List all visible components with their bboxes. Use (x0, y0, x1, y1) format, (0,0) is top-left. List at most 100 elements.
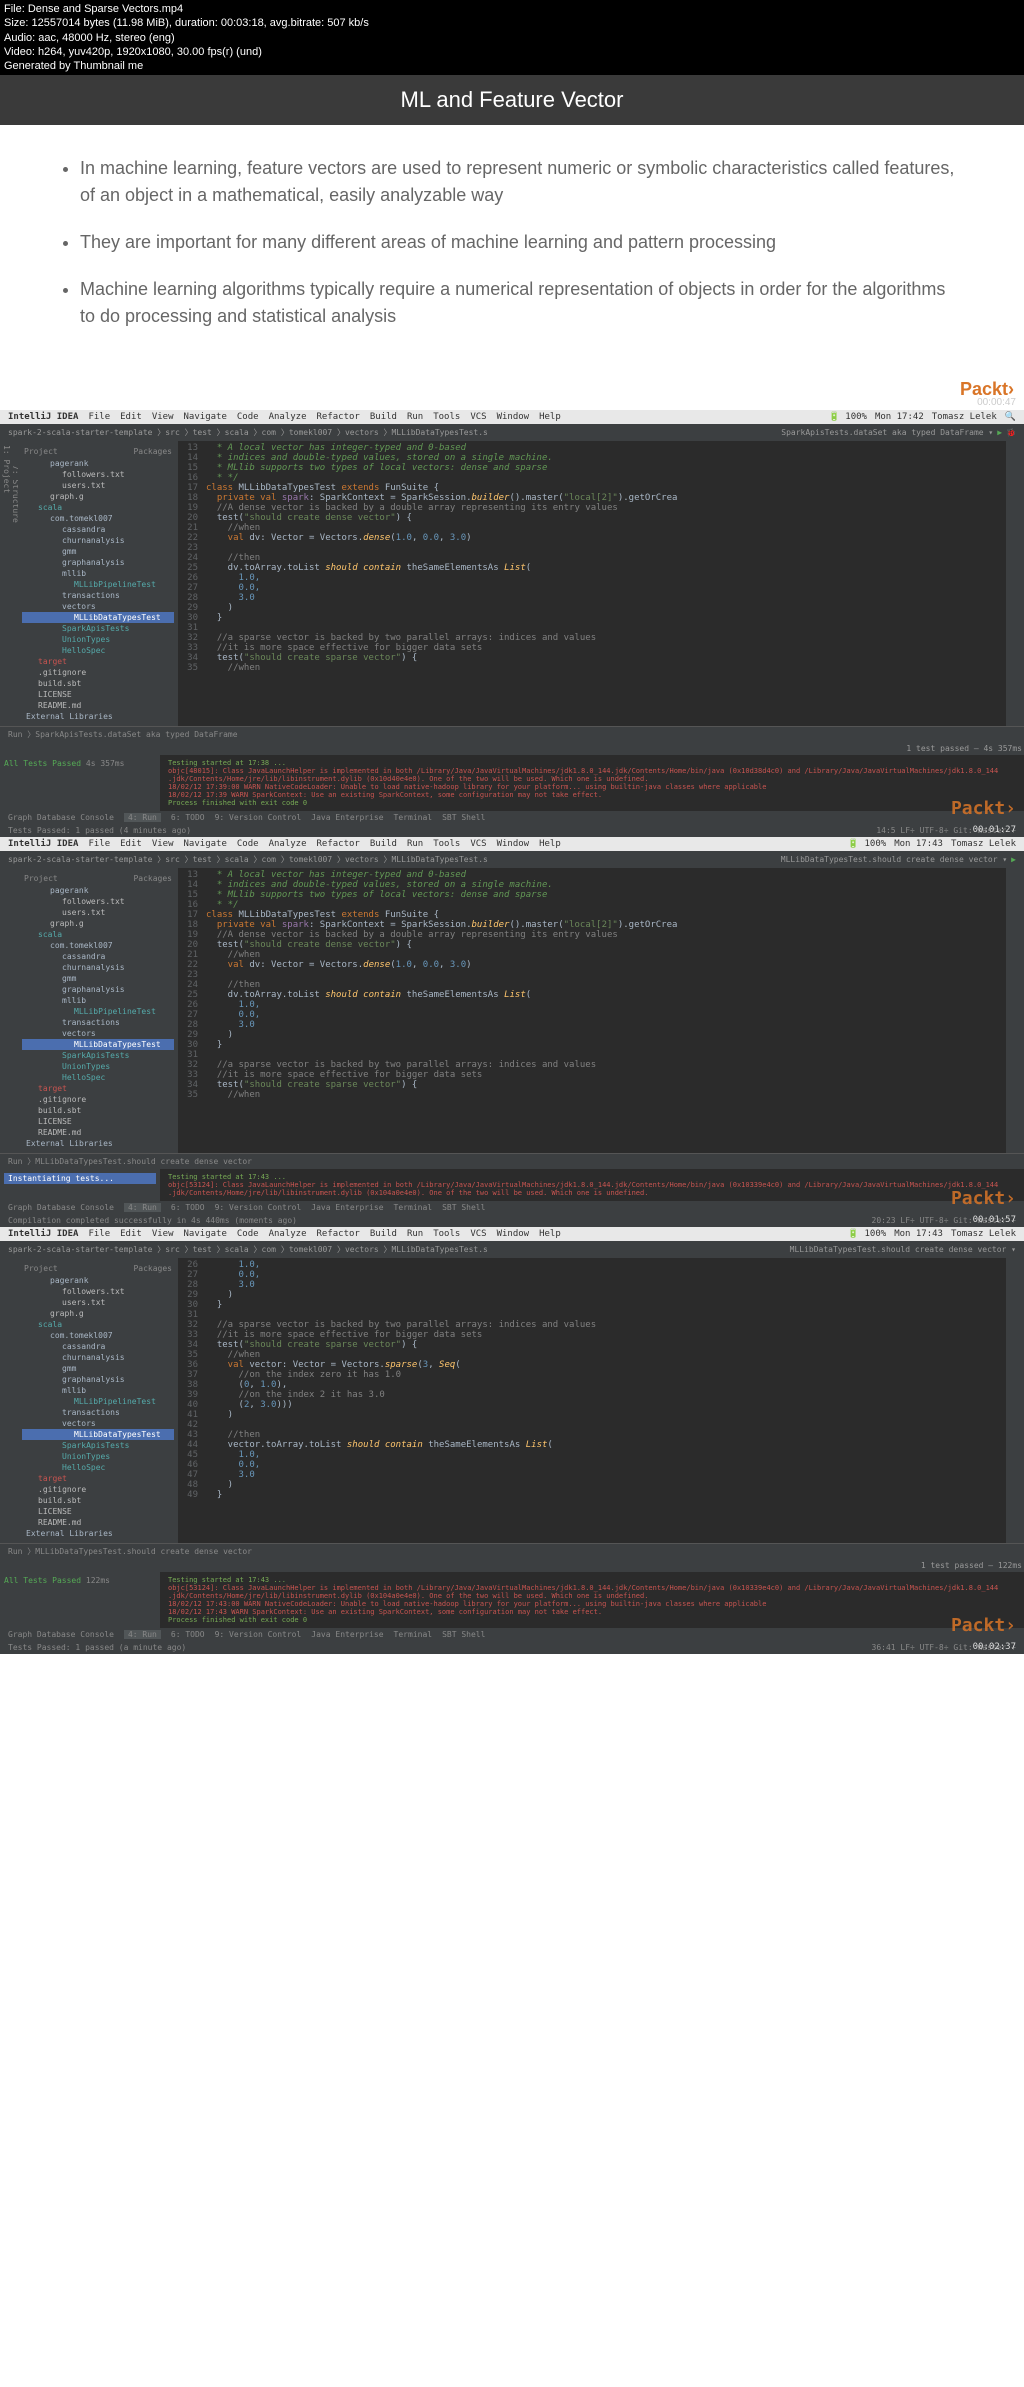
debug-icon[interactable]: 🐞 (1006, 428, 1016, 437)
menu-vcs[interactable]: VCS (470, 412, 486, 422)
right-gutter (1006, 441, 1024, 726)
menu-navigate[interactable]: Navigate (184, 412, 227, 422)
tree-graphg[interactable]: graph.g (22, 491, 174, 502)
menu-build[interactable]: Build (370, 839, 397, 849)
breadcrumb: spark-2-scala-starter-template 〉src 〉tes… (0, 1241, 1024, 1258)
ide-frame-1: IntelliJ IDEA File Edit View Navigate Co… (0, 410, 1024, 837)
user-name: Tomasz Lelek (951, 839, 1016, 849)
video-metadata: File: Dense and Sparse Vectors.mp4 Size:… (0, 0, 1024, 75)
tree-sparkapi[interactable]: SparkApisTests (22, 623, 174, 634)
status-left: Tests Passed: 1 passed (4 minutes ago) (8, 826, 191, 835)
bottom-toolbar: Graph Database Console 4: Run 6: TODO 9:… (0, 1201, 1024, 1214)
tree-gmm[interactable]: gmm (22, 546, 174, 557)
menu-analyze[interactable]: Analyze (269, 412, 307, 422)
tree-pipeline[interactable]: MLLibPipelineTest (22, 579, 174, 590)
tree-vectors[interactable]: vectors (22, 601, 174, 612)
menu-navigate[interactable]: Navigate (184, 839, 227, 849)
menu-edit[interactable]: Edit (120, 839, 142, 849)
tree-datatypes[interactable]: MLLibDataTypesTest (22, 612, 174, 623)
tree-pkg[interactable]: com.tomekl007 (22, 513, 174, 524)
project-header-tab2[interactable]: Packages (133, 447, 172, 456)
menu-code[interactable]: Code (237, 412, 259, 422)
tree-scala[interactable]: scala (22, 502, 174, 513)
slide-bullet-2: They are important for many different ar… (80, 229, 964, 256)
tree-license[interactable]: LICENSE (22, 689, 174, 700)
tab-run[interactable]: 4: Run (124, 813, 161, 822)
menu-window[interactable]: Window (497, 839, 530, 849)
tree-pagerank[interactable]: pagerank (22, 458, 174, 469)
app-name: IntelliJ IDEA (8, 839, 78, 849)
menu-run[interactable]: Run (407, 412, 423, 422)
menu-file[interactable]: File (88, 839, 110, 849)
tab-sbt[interactable]: SBT Shell (442, 813, 485, 822)
ide-frame-2: IntelliJ IDEA File Edit View Navigate Co… (0, 837, 1024, 1227)
menu-build[interactable]: Build (370, 412, 397, 422)
menu-view[interactable]: View (152, 412, 174, 422)
run-label: Run 〉MLLibDataTypesTest.should create de… (8, 1156, 252, 1167)
menu-edit[interactable]: Edit (120, 412, 142, 422)
breadcrumb-path[interactable]: spark-2-scala-starter-template 〉src 〉tes… (8, 427, 488, 438)
test-console[interactable]: Testing started at 17:43 ... objc[53124]… (160, 1572, 1024, 1628)
user-name: Tomasz Lelek (932, 412, 997, 422)
tree-mllib[interactable]: mllib (22, 568, 174, 579)
frame-timestamp: 00:01:57 (973, 1215, 1016, 1225)
menu-refactor[interactable]: Refactor (317, 839, 360, 849)
code-editor[interactable]: 13 * A local vector has integer-typed an… (178, 441, 1006, 726)
breadcrumb-path[interactable]: spark-2-scala-starter-template 〉src 〉tes… (8, 1244, 488, 1255)
frame-timestamp: 00:02:37 (973, 1642, 1016, 1652)
test-console[interactable]: Testing started at 17:43 ... objc[53124]… (160, 1169, 1024, 1201)
tab-vcs[interactable]: 9: Version Control (215, 813, 302, 822)
run-config-dropdown[interactable]: MLLibDataTypesTest.should create dense v… (790, 1245, 1016, 1254)
meta-video: Video: h264, yuv420p, 1920x1080, 30.00 f… (4, 45, 1020, 59)
tab-graphdb[interactable]: Graph Database Console (8, 813, 114, 822)
test-console[interactable]: Testing started at 17:38 ... objc[48015]… (160, 755, 1024, 811)
left-gutter (0, 868, 18, 1153)
tree-transactions[interactable]: transactions (22, 590, 174, 601)
code-editor[interactable]: 26 1.0, 27 0.0, 28 3.0 29 ) 30 } 31 32 /… (178, 1258, 1006, 1543)
tree-users[interactable]: users.txt (22, 480, 174, 491)
tree-readme[interactable]: README.md (22, 700, 174, 711)
menu-run[interactable]: Run (407, 839, 423, 849)
app-name: IntelliJ IDEA (8, 412, 78, 422)
run-config-dropdown[interactable]: SparkApisTests.dataSet aka typed DataFra… (781, 428, 993, 437)
tree-extlib[interactable]: External Libraries (22, 711, 174, 722)
test-panel: Run 〉MLLibDataTypesTest.should create de… (0, 1543, 1024, 1628)
tree-hello[interactable]: HelloSpec (22, 645, 174, 656)
menu-vcs[interactable]: VCS (470, 839, 486, 849)
tree-graph[interactable]: graphanalysis (22, 557, 174, 568)
slide-bullet-3: Machine learning algorithms typically re… (80, 276, 964, 330)
bottom-toolbar: Graph Database Console 4: Run 6: TODO 9:… (0, 811, 1024, 824)
menu-tools[interactable]: Tools (433, 412, 460, 422)
search-icon[interactable]: 🔍 (1005, 412, 1016, 422)
tab-terminal[interactable]: Terminal (394, 813, 433, 822)
tree-gitignore[interactable]: .gitignore (22, 667, 174, 678)
tree-cassandra[interactable]: cassandra (22, 524, 174, 535)
tree-buildsbt[interactable]: build.sbt (22, 678, 174, 689)
run-config-dropdown[interactable]: MLLibDataTypesTest.should create dense v… (781, 855, 1007, 864)
menu-tools[interactable]: Tools (433, 839, 460, 849)
menu-view[interactable]: View (152, 839, 174, 849)
tab-javaee[interactable]: Java Enterprise (311, 813, 383, 822)
code-editor[interactable]: 13 * A local vector has integer-typed an… (178, 868, 1006, 1153)
tree-followers[interactable]: followers.txt (22, 469, 174, 480)
tree-union[interactable]: UnionTypes (22, 634, 174, 645)
run-icon[interactable]: ▶ (997, 428, 1002, 437)
project-header-tab1[interactable]: Project (24, 447, 58, 456)
left-gutter (0, 1258, 18, 1543)
menu-help[interactable]: Help (539, 412, 561, 422)
project-tab[interactable]: 1: Project (2, 445, 11, 722)
breadcrumb-path[interactable]: spark-2-scala-starter-template 〉src 〉tes… (8, 854, 488, 865)
tree-target[interactable]: target (22, 656, 174, 667)
menu-analyze[interactable]: Analyze (269, 839, 307, 849)
menu-refactor[interactable]: Refactor (317, 412, 360, 422)
frame-timestamp: 00:01:27 (973, 825, 1016, 835)
tab-todo[interactable]: 6: TODO (171, 813, 205, 822)
menu-code[interactable]: Code (237, 839, 259, 849)
tree-churn[interactable]: churnanalysis (22, 535, 174, 546)
menu-window[interactable]: Window (497, 412, 530, 422)
run-icon[interactable]: ▶ (1011, 855, 1016, 864)
menu-help[interactable]: Help (539, 839, 561, 849)
menu-file[interactable]: File (88, 412, 110, 422)
mac-menubar: IntelliJ IDEA File Edit View Navigate Co… (0, 1227, 1024, 1241)
bottom-toolbar: Graph Database Console 4: Run 6: TODO 9:… (0, 1628, 1024, 1641)
